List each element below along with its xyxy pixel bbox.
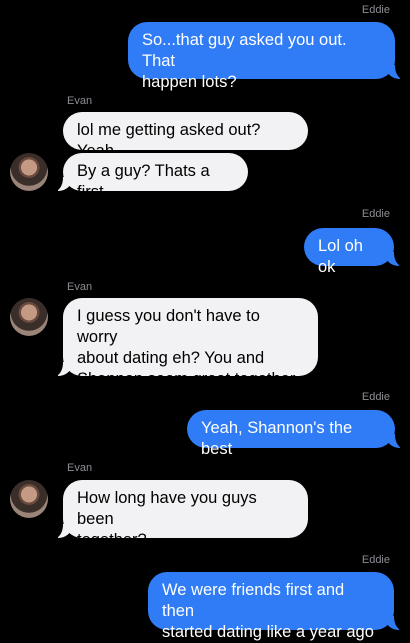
message-bubble-incoming[interactable]: I guess you don't have to worry about da… xyxy=(51,298,318,388)
avatar[interactable] xyxy=(10,298,48,336)
sender-name: Eddie xyxy=(361,4,390,16)
message-bubble-outgoing[interactable]: Lol oh ok xyxy=(304,228,406,276)
avatar[interactable] xyxy=(10,480,48,518)
sender-name: Evan xyxy=(67,462,93,474)
message-bubble-incoming[interactable]: lol me getting asked out? Yeah xyxy=(63,112,308,160)
sender-name: Evan xyxy=(67,281,93,293)
sender-name: Eddie xyxy=(361,391,390,403)
sender-name: Eddie xyxy=(361,554,390,566)
message-bubble-incoming[interactable]: How long have you guys been together? xyxy=(51,480,308,549)
message-bubble-outgoing[interactable]: So...that guy asked you out. That happen… xyxy=(128,22,407,91)
message-bubble-outgoing[interactable]: Yeah, Shannon's the best xyxy=(187,410,407,458)
sender-name: Evan xyxy=(67,95,93,107)
message-bubble-outgoing[interactable]: We were friends first and then started d… xyxy=(148,572,406,641)
message-bubble-incoming[interactable]: By a guy? Thats a first xyxy=(51,153,248,201)
sender-name: Eddie xyxy=(361,208,390,220)
avatar[interactable] xyxy=(10,153,48,191)
